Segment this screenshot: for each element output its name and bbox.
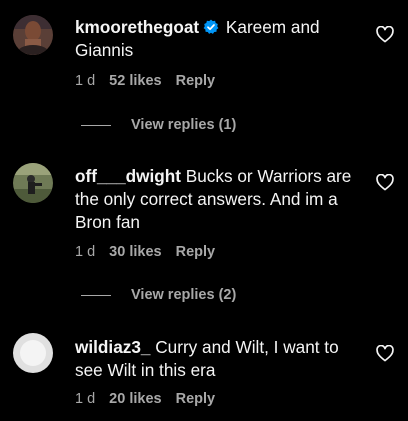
comment-item: wildiaz3_ Curry and Wilt, I want to see …: [0, 0, 408, 421]
reply-button[interactable]: Reply: [176, 391, 216, 407]
comment-meta: 1 d 20 likes Reply: [75, 391, 229, 407]
avatar[interactable]: [13, 333, 53, 373]
comment-username[interactable]: wildiaz3_: [75, 337, 150, 357]
heart-outline-icon[interactable]: [376, 345, 394, 362]
default-avatar-icon: [13, 333, 53, 373]
likes-count[interactable]: 20 likes: [109, 391, 161, 407]
comment-time: 1 d: [75, 391, 96, 407]
